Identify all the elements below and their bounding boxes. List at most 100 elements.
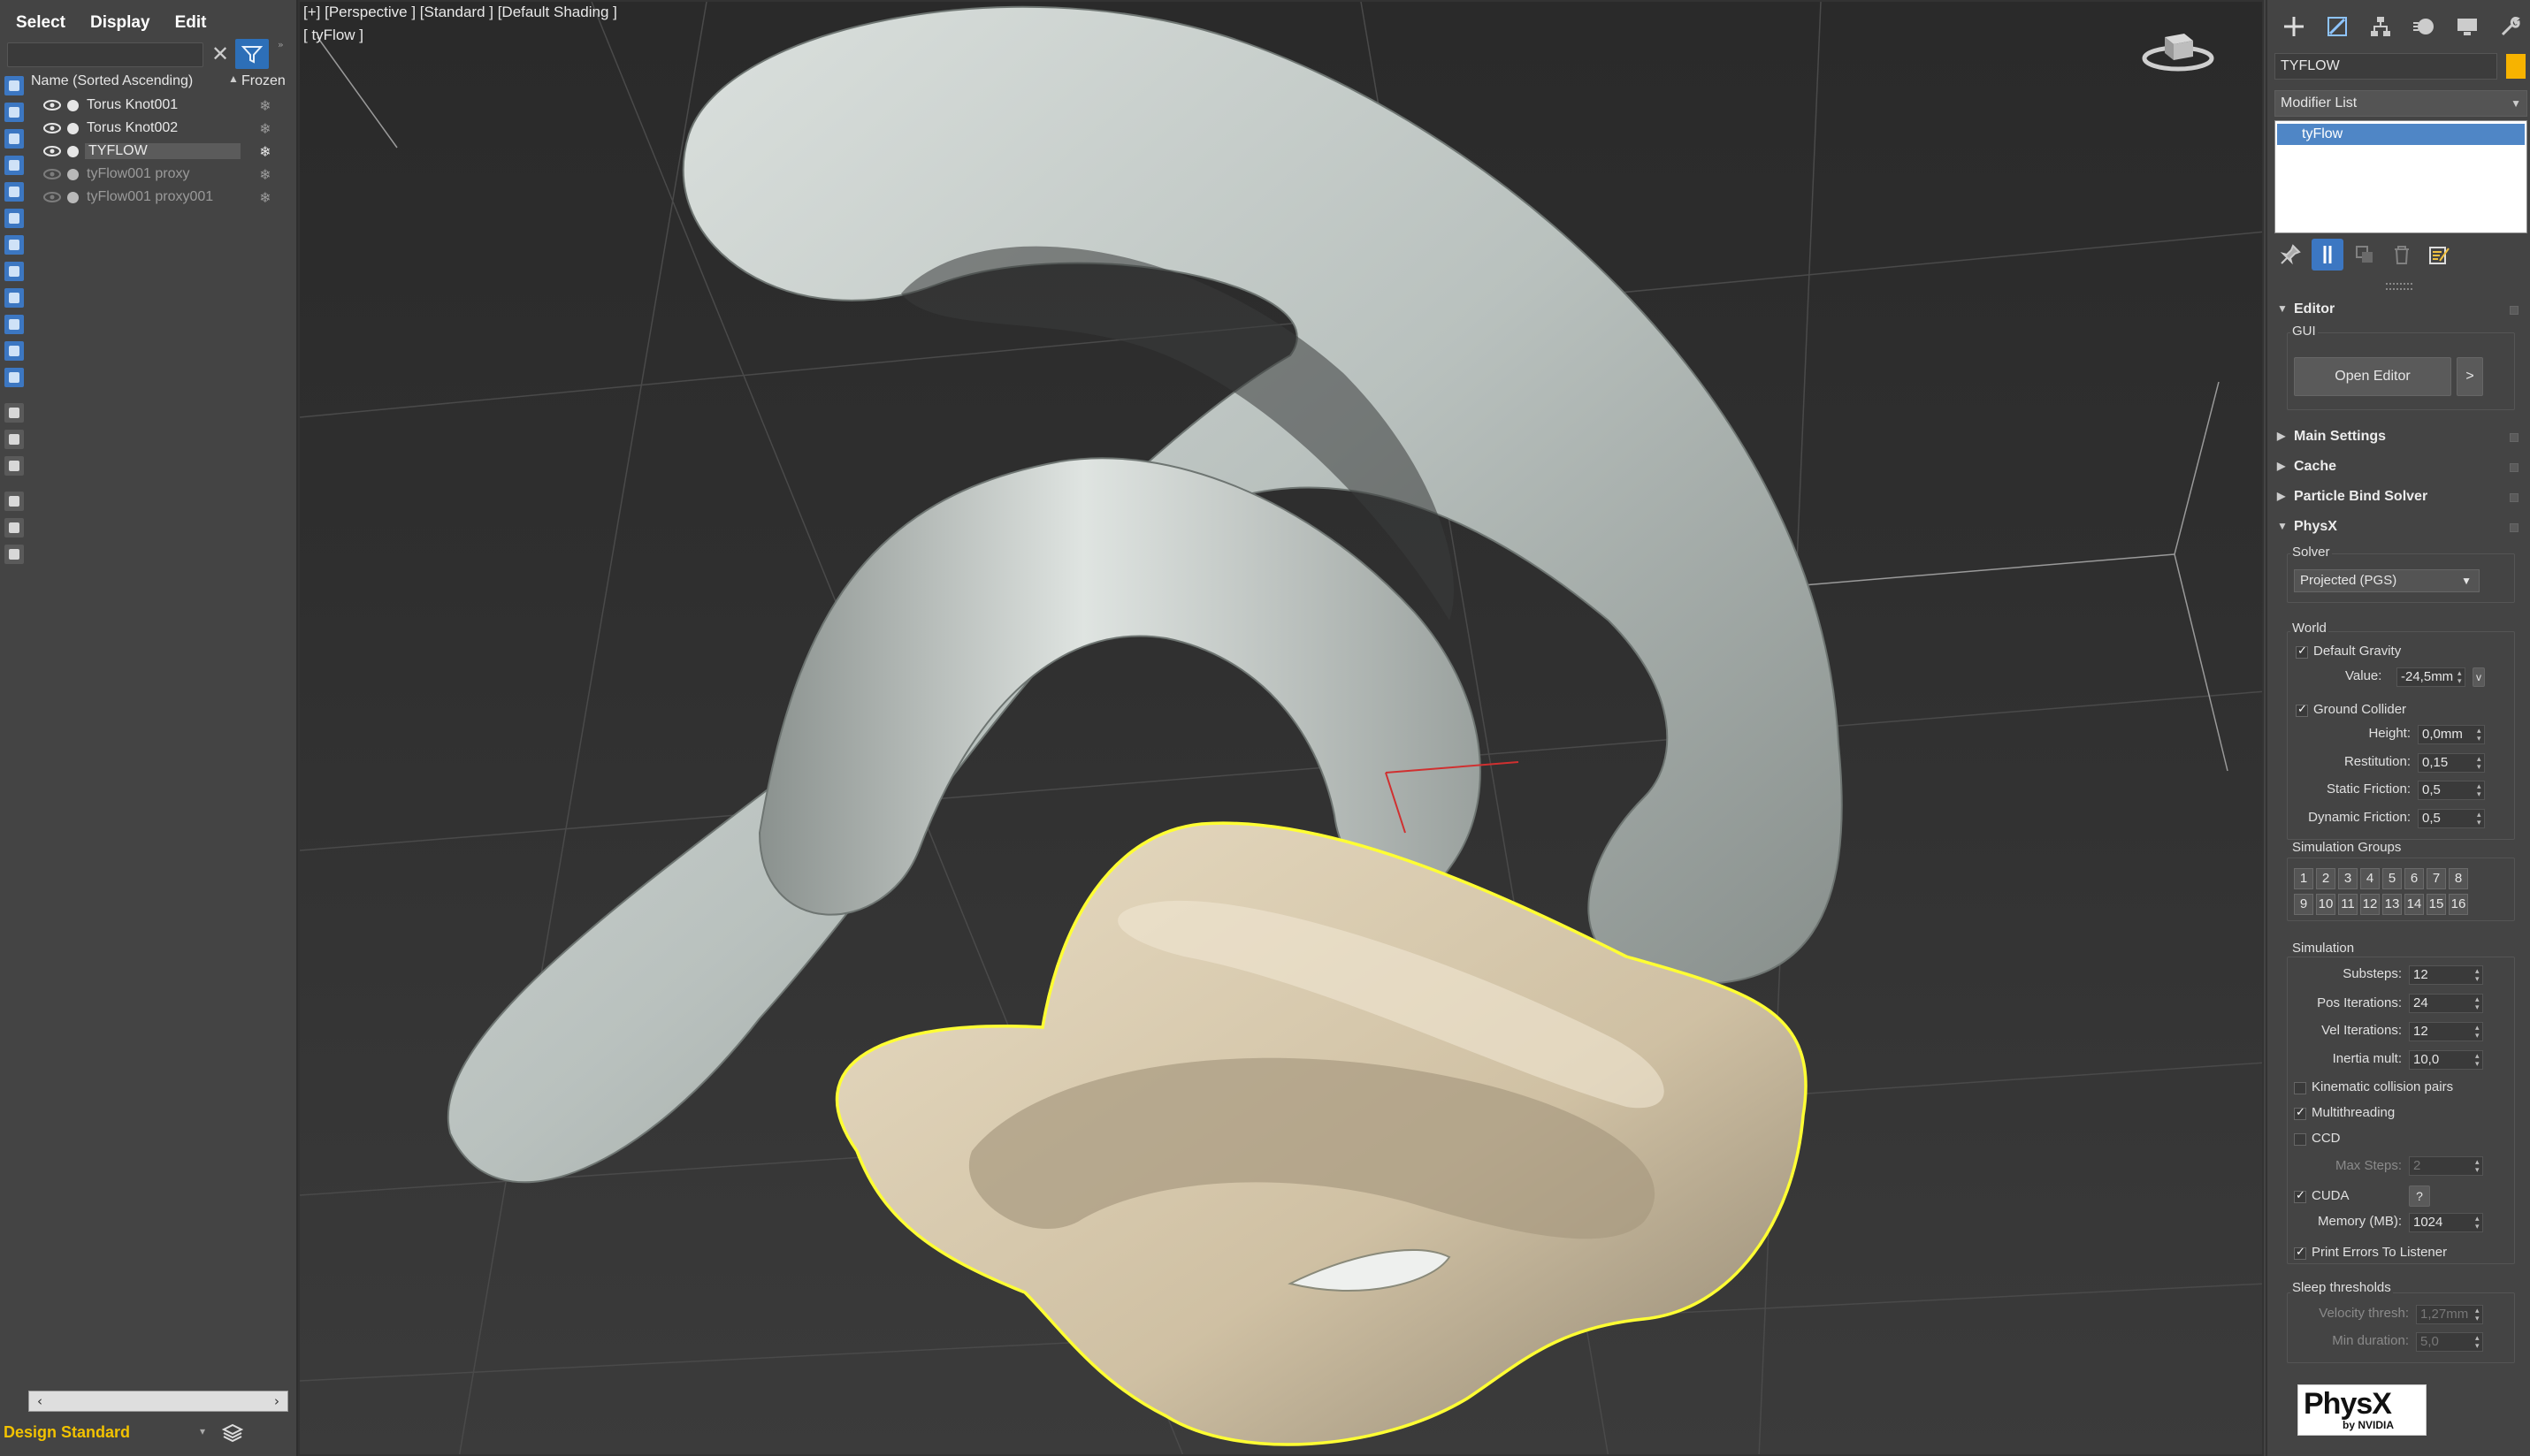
simulation-group-button[interactable]: 14 (2404, 894, 2424, 915)
open-editor-button[interactable]: Open Editor (2294, 357, 2451, 396)
frozen-snowflake-icon[interactable]: ❄ (256, 97, 274, 114)
visibility-eye-icon[interactable] (42, 167, 62, 181)
display-invert-icon[interactable] (4, 456, 24, 476)
show-end-result-icon[interactable] (2312, 239, 2343, 271)
remove-modifier-trash-icon[interactable] (2386, 239, 2418, 271)
make-unique-icon[interactable] (2349, 239, 2381, 271)
simulation-group-button[interactable]: 16 (2449, 894, 2468, 915)
scroll-right-icon[interactable]: › (268, 1393, 286, 1409)
vel-iterations-spinner[interactable]: 12 (2409, 1022, 2483, 1041)
list-item[interactable]: Torus Knot001 ❄ (28, 94, 292, 117)
simulation-group-button[interactable]: 9 (2294, 894, 2313, 915)
hierarchy-tab-icon[interactable] (2363, 11, 2397, 42)
create-tab-plus-icon[interactable] (2276, 11, 2311, 42)
print-errors-checkbox[interactable] (2294, 1246, 2306, 1260)
visibility-eye-icon[interactable] (42, 121, 62, 135)
ground-collider-checkbox[interactable] (2296, 703, 2308, 717)
multithreading-checkbox[interactable] (2294, 1106, 2306, 1120)
visibility-eye-icon[interactable] (42, 144, 62, 158)
viewcube-icon[interactable] (2138, 25, 2218, 78)
gravity-vector-button[interactable]: v (2473, 667, 2485, 687)
rollout-particle-bind-solver[interactable]: ▶ Particle Bind Solver (2274, 486, 2527, 511)
min-duration-spinner[interactable]: 5,0 (2416, 1332, 2483, 1352)
configure-modifier-sets-icon[interactable] (2423, 239, 2455, 271)
display-none-icon[interactable] (4, 430, 24, 449)
frozen-snowflake-icon[interactable]: ❄ (256, 143, 274, 160)
layer-explorer-icon[interactable] (4, 545, 24, 564)
simulation-group-button[interactable]: 1 (2294, 868, 2313, 889)
expand-panel-icon[interactable]: » (278, 39, 294, 51)
rollout-main-settings[interactable]: ▶ Main Settings (2274, 426, 2527, 451)
gravity-value-spinner[interactable]: -24,5mm (2396, 667, 2465, 687)
pin-stack-icon[interactable] (2274, 239, 2306, 271)
dynamic-friction-spinner[interactable]: 0,5 (2418, 809, 2485, 828)
menu-display[interactable]: Display (80, 10, 161, 36)
simulation-group-button[interactable]: 3 (2338, 868, 2358, 889)
cuda-help-button[interactable]: ? (2409, 1185, 2430, 1207)
active-layer-dropdown[interactable]: Design Standard (4, 1419, 205, 1445)
menu-edit[interactable]: Edit (164, 10, 218, 36)
motion-tab-icon[interactable] (2406, 11, 2441, 42)
display-spacewarps-icon[interactable] (4, 209, 24, 228)
inertia-mult-spinner[interactable]: 10,0 (2409, 1050, 2483, 1070)
height-spinner[interactable]: 0,0mm (2418, 725, 2485, 744)
simulation-group-button[interactable]: 7 (2427, 868, 2446, 889)
simulation-group-button[interactable]: 4 (2360, 868, 2380, 889)
display-all-icon[interactable] (4, 403, 24, 423)
scroll-left-icon[interactable]: ‹ (31, 1393, 49, 1409)
velocity-thresh-spinner[interactable]: 1,27mm (2416, 1305, 2483, 1324)
display-cameras-icon[interactable] (4, 156, 24, 175)
object-color-swatch[interactable] (2506, 54, 2526, 79)
horizontal-scrollbar[interactable]: ‹ › (28, 1391, 288, 1412)
filter-funnel-icon[interactable] (4, 492, 24, 511)
display-frozen-icon[interactable] (4, 341, 24, 361)
utilities-tab-wrench-icon[interactable] (2493, 11, 2527, 42)
display-helpers-icon[interactable] (4, 182, 24, 202)
panel-resize-grip[interactable] (2386, 283, 2412, 290)
display-containers-icon[interactable] (4, 315, 24, 334)
modifier-list-dropdown[interactable]: Modifier List ▼ (2274, 90, 2527, 117)
column-name-header[interactable]: Name (Sorted Ascending) (31, 73, 193, 89)
visibility-eye-icon[interactable] (42, 98, 62, 112)
modify-tab-icon[interactable] (2320, 11, 2354, 42)
display-tab-icon[interactable] (2450, 11, 2484, 42)
simulation-group-button[interactable]: 8 (2449, 868, 2468, 889)
display-groups-icon[interactable] (4, 235, 24, 255)
cuda-checkbox[interactable] (2294, 1189, 2306, 1203)
display-bones-icon[interactable] (4, 288, 24, 308)
simulation-group-button[interactable]: 2 (2316, 868, 2335, 889)
rollout-cache[interactable]: ▶ Cache (2274, 456, 2527, 481)
simulation-group-button[interactable]: 13 (2382, 894, 2402, 915)
editor-more-button[interactable]: > (2457, 357, 2483, 396)
simulation-group-button[interactable]: 5 (2382, 868, 2402, 889)
layers-stack-icon[interactable] (219, 1420, 246, 1446)
display-geometry-icon[interactable] (4, 76, 24, 95)
frozen-snowflake-icon[interactable]: ❄ (256, 120, 274, 137)
solver-dropdown[interactable]: Projected (PGS) ▼ (2294, 569, 2480, 592)
menu-select[interactable]: Select (5, 10, 76, 36)
list-item[interactable]: Torus Knot002 ❄ (28, 117, 292, 140)
renderable-dot-icon[interactable] (67, 192, 79, 203)
memory-spinner[interactable]: 1024 (2409, 1213, 2483, 1232)
renderable-dot-icon[interactable] (67, 169, 79, 180)
static-friction-spinner[interactable]: 0,5 (2418, 781, 2485, 800)
list-item-selected[interactable]: TYFLOW ❄ (28, 140, 292, 163)
restitution-spinner[interactable]: 0,15 (2418, 753, 2485, 773)
substeps-spinner[interactable]: 12 (2409, 965, 2483, 985)
frozen-snowflake-icon[interactable]: ❄ (256, 166, 274, 183)
display-lights-icon[interactable] (4, 129, 24, 149)
filter-toggle-button[interactable] (235, 39, 269, 69)
simulation-group-button[interactable]: 15 (2427, 894, 2446, 915)
clear-search-icon[interactable]: ✕ (209, 42, 232, 66)
kinematic-collision-checkbox[interactable] (2294, 1082, 2306, 1094)
modifier-stack-item[interactable]: tyFlow (2277, 124, 2525, 145)
rollout-editor[interactable]: ▼ Editor (2274, 299, 2527, 324)
explorer-search-input[interactable] (7, 42, 203, 67)
renderable-dot-icon[interactable] (67, 146, 79, 157)
list-item[interactable]: tyFlow001 proxy001 ❄ (28, 186, 292, 209)
renderable-dot-icon[interactable] (67, 123, 79, 134)
perspective-viewport[interactable]: [+] [Perspective ] [Standard ] [Default … (298, 0, 2264, 1456)
ccd-checkbox[interactable] (2294, 1133, 2306, 1146)
display-hidden-icon[interactable] (4, 368, 24, 387)
rollout-physx[interactable]: ▼ PhysX (2274, 516, 2527, 541)
